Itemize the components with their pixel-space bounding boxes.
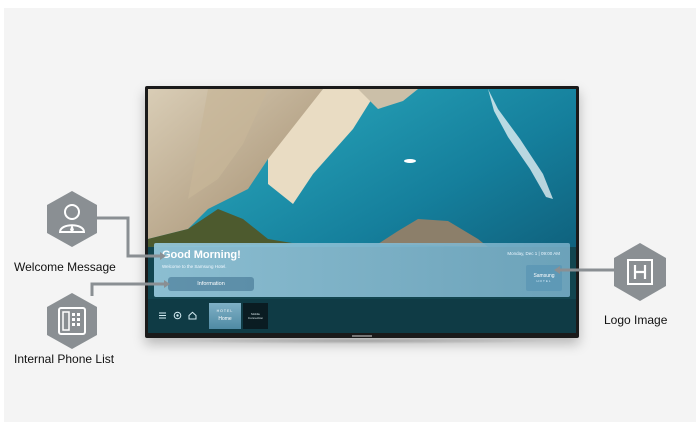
welcome-connector-arrow <box>160 252 166 260</box>
welcome-message-label: Welcome Message <box>14 260 116 274</box>
logo-image-label: Logo Image <box>604 313 668 327</box>
phone-connector-line <box>90 282 164 296</box>
welcome-person-icon <box>45 190 99 248</box>
welcome-connector-line <box>96 216 160 258</box>
phone-icon <box>45 292 99 350</box>
internal-phone-list-label: Internal Phone List <box>14 352 115 366</box>
logo-h-icon <box>612 242 668 302</box>
logo-connector-arrow <box>554 266 560 274</box>
phone-connector-arrow <box>164 280 170 288</box>
